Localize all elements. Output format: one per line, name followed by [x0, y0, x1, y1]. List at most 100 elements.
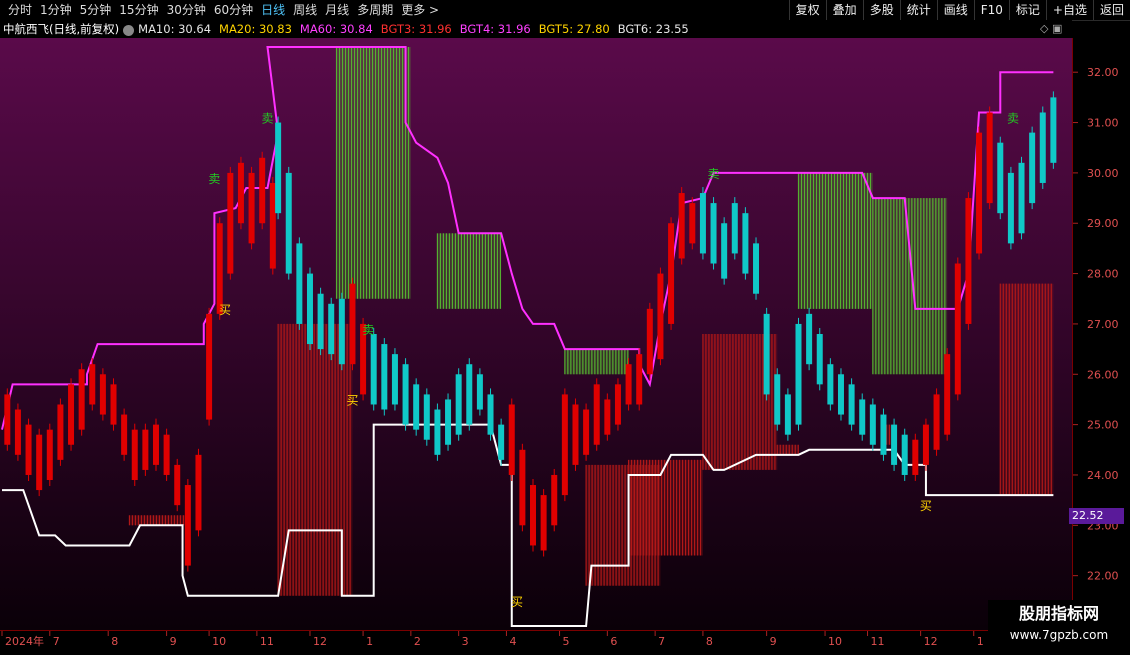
period-tab-0[interactable]: 分时 [4, 0, 36, 20]
xtick-label-2: 8 [111, 635, 118, 648]
period-tab-4[interactable]: 30分钟 [163, 0, 210, 20]
period-tab-2[interactable]: 5分钟 [76, 0, 116, 20]
xtick-label-5: 11 [260, 635, 274, 648]
maximize-icon[interactable]: ▣ [1052, 22, 1062, 35]
candle-down-29 [795, 317, 802, 431]
candle-up-53 [986, 106, 993, 210]
candle-down-24 [742, 207, 749, 280]
candle-down-13 [434, 403, 441, 461]
legend-item-2: MA60: 30.84 [299, 22, 373, 36]
candle-up-37 [604, 393, 611, 441]
period-tab-5[interactable]: 60分钟 [210, 0, 257, 20]
toolbar-button-8[interactable]: 返回 [1092, 0, 1130, 20]
diamond-icon[interactable]: ◇ [1040, 22, 1048, 35]
candle-up-23 [248, 166, 255, 250]
candle-down-4 [317, 287, 324, 356]
candle-up-50 [954, 257, 961, 401]
period-tab-6[interactable]: 日线 [257, 0, 289, 20]
settings-icon[interactable] [123, 24, 135, 36]
toolbar-button-7[interactable]: +自选 [1045, 0, 1093, 20]
signal-6: 卖 [708, 167, 720, 181]
candle-up-26 [349, 277, 356, 371]
xtick-label-6: 12 [313, 635, 327, 648]
candle-down-23 [731, 197, 738, 260]
ytick-label-5: 27.00 [1087, 318, 1119, 331]
toolbar-button-3[interactable]: 统计 [899, 0, 937, 20]
period-tab-10[interactable]: 更多 > [397, 0, 443, 20]
candle-down-22 [721, 217, 728, 285]
candle-up-21 [227, 166, 234, 280]
chart-area[interactable]: 卖买卖卖买买卖买卖 [0, 38, 1072, 630]
xtick-label-3: 9 [170, 635, 177, 648]
period-tab-7[interactable]: 周线 [289, 0, 321, 20]
candle-up-19 [206, 307, 213, 426]
indicator-legend: 中航西飞(日线,前复权) MA10: 30.64 MA20: 30.83 MA60:… [0, 20, 1072, 38]
candle-up-40 [636, 348, 643, 411]
candle-down-5 [328, 297, 335, 361]
watermark-name: 股朋指标网 [1018, 604, 1099, 623]
candle-down-25 [753, 237, 760, 300]
candle-up-11 [121, 408, 128, 461]
candle-up-6 [68, 378, 75, 451]
candle-up-32 [551, 468, 558, 532]
candle-down-12 [423, 388, 430, 446]
candle-down-26 [763, 307, 770, 401]
candle-up-41 [646, 302, 653, 381]
period-tab-1[interactable]: 1分钟 [36, 0, 76, 20]
candle-up-45 [689, 197, 696, 250]
green-hatch-4 [872, 198, 948, 375]
date-axis-svg: 2024年 7 8 9 10 11 12 1 2 3 4 5 6 7 8 9 10 11 12 1 [1, 631, 984, 648]
candle-up-48 [933, 388, 940, 456]
candle-down-15 [455, 368, 462, 441]
signal-1: 买 [219, 303, 231, 317]
current-price-tag: 22.52 [1069, 508, 1124, 524]
candle-down-7 [370, 328, 377, 411]
legend-item-5: BGT5: 27.80 [538, 22, 610, 36]
toolbar-buttons: 复权 叠加 多股 统计 画线 F10 标记 +自选 返回 [788, 0, 1130, 20]
red-hatch-0 [128, 515, 188, 526]
toolbar-button-4[interactable]: 画线 [936, 0, 974, 20]
candle-up-47 [922, 418, 929, 471]
toolbar-button-5[interactable]: F10 [973, 0, 1009, 20]
red-hatch-7 [999, 283, 1054, 496]
candle-up-43 [668, 217, 675, 330]
panel-icons[interactable]: ◇ ▣ [1040, 22, 1062, 35]
xtick-label-14: 8 [706, 635, 713, 648]
candle-up-0 [4, 388, 11, 451]
toolbar-button-0[interactable]: 复权 [788, 0, 826, 20]
xtick-label-11: 5 [563, 635, 570, 648]
legend-item-0: MA10: 30.64 [138, 22, 212, 36]
candle-up-3 [36, 428, 43, 497]
period-tab-3[interactable]: 15分钟 [115, 0, 162, 20]
candle-down-41 [1007, 166, 1014, 250]
candle-down-44 [1039, 106, 1046, 189]
toolbar-button-2[interactable]: 多股 [862, 0, 900, 20]
xtick-label-10: 4 [509, 635, 516, 648]
candle-up-31 [540, 489, 547, 557]
xtick-label-1: 7 [53, 635, 60, 648]
candle-up-8 [89, 358, 96, 411]
candle-down-28 [784, 388, 791, 441]
candle-up-5 [57, 398, 64, 466]
candle-up-14 [152, 418, 159, 471]
signal-2: 卖 [261, 112, 273, 126]
toolbar-button-1[interactable]: 叠加 [825, 0, 863, 20]
candle-up-46 [912, 433, 919, 481]
price-axis: 22.00 23.00 24.00 25.00 26.00 27.00 28.00 29.00… [1072, 38, 1130, 630]
legend-item-4: BGT4: 31.96 [459, 22, 531, 36]
candle-up-34 [572, 398, 579, 471]
candle-down-6 [338, 292, 345, 371]
ytick-label-8: 30.00 [1087, 167, 1119, 180]
candle-down-40 [997, 136, 1004, 220]
candle-up-35 [583, 403, 590, 461]
candle-down-30 [806, 307, 813, 371]
xtick-label-15: 9 [770, 635, 777, 648]
candle-down-20 [699, 187, 706, 260]
ytick-label-2: 24.00 [1087, 469, 1119, 482]
legend-item-1: MA20: 30.83 [219, 22, 292, 36]
xtick-label-13: 7 [658, 635, 665, 648]
period-tab-9[interactable]: 多周期 [353, 0, 397, 20]
toolbar-button-6[interactable]: 标记 [1008, 0, 1046, 20]
candle-down-35 [859, 393, 866, 441]
period-tab-8[interactable]: 月线 [321, 0, 353, 20]
